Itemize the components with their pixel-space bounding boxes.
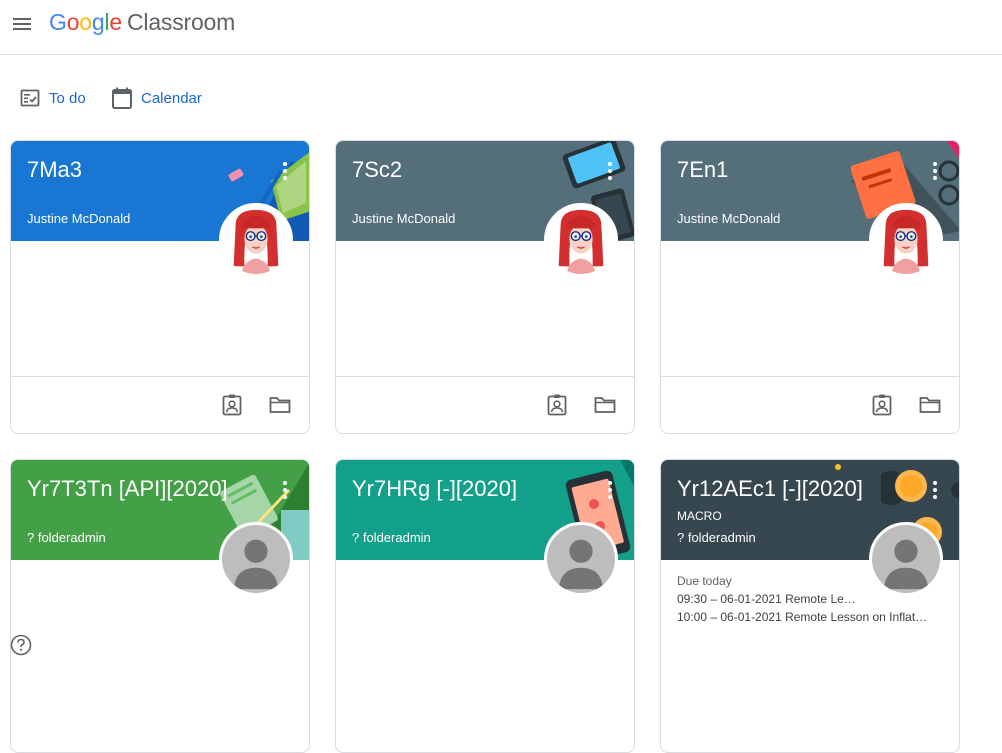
- class-teacher: Justine McDonald: [677, 211, 781, 226]
- class-title[interactable]: 7Ma3: [27, 157, 82, 183]
- class-card[interactable]: 7Sc2 Justine McDonald: [335, 140, 635, 434]
- more-vert-icon: [933, 162, 937, 180]
- more-vert-icon: [608, 162, 612, 180]
- class-card[interactable]: 7En1 Justine McDonald: [660, 140, 960, 434]
- logo-letter: o: [66, 9, 80, 35]
- open-folder-button[interactable]: [918, 393, 942, 417]
- more-vert-icon: [608, 481, 612, 499]
- due-today-label: Due today: [677, 574, 732, 588]
- todo-link[interactable]: To do: [20, 86, 86, 110]
- calendar-icon: [112, 87, 132, 109]
- class-card[interactable]: Yr7T3Tn [API][2020] ? folderadmin: [10, 459, 310, 753]
- default-avatar: [219, 522, 293, 596]
- app-header: Google Classroom: [0, 0, 1002, 55]
- due-item-link[interactable]: 09:30 – 06-01-2021 Remote Le…: [677, 592, 927, 606]
- card-more-button[interactable]: [600, 478, 620, 502]
- class-teacher: ? folderadmin: [352, 530, 431, 545]
- card-more-button[interactable]: [925, 159, 945, 183]
- calendar-link[interactable]: Calendar: [112, 86, 202, 110]
- logo-letter: G: [49, 9, 67, 35]
- class-teacher: ? folderadmin: [27, 530, 106, 545]
- open-folder-button[interactable]: [593, 393, 617, 417]
- class-title[interactable]: Yr7T3Tn [API][2020]: [27, 476, 228, 502]
- class-title[interactable]: Yr12AEc1 [-][2020]: [677, 476, 863, 502]
- help-icon: [10, 634, 32, 656]
- teacher-avatar: [219, 203, 293, 277]
- assignment-check-icon: [20, 89, 40, 107]
- logo-letter: g: [91, 9, 105, 35]
- folder-icon: [594, 397, 616, 413]
- card-more-button[interactable]: [925, 478, 945, 502]
- class-title[interactable]: 7En1: [677, 157, 728, 183]
- class-card[interactable]: Yr12AEc1 [-][2020] MACRO ? folderadmin D…: [660, 459, 960, 753]
- main-menu-button[interactable]: [10, 12, 34, 36]
- class-title[interactable]: Yr7HRg [-][2020]: [352, 476, 517, 502]
- default-avatar: [544, 522, 618, 596]
- notification-dot: [835, 464, 841, 470]
- open-your-work-button[interactable]: [220, 393, 244, 417]
- assignment-ind-icon: [547, 394, 567, 416]
- google-classroom-logo[interactable]: Google Classroom: [49, 9, 235, 36]
- open-your-work-button[interactable]: [545, 393, 569, 417]
- class-title[interactable]: 7Sc2: [352, 157, 402, 183]
- class-section: MACRO: [677, 509, 722, 523]
- card-more-button[interactable]: [600, 159, 620, 183]
- card-more-button[interactable]: [275, 159, 295, 183]
- help-button[interactable]: [10, 634, 32, 656]
- class-teacher: Justine McDonald: [27, 211, 131, 226]
- assignment-ind-icon: [222, 394, 242, 416]
- due-item-link[interactable]: 10:00 – 06-01-2021 Remote Lesson on Infl…: [677, 610, 927, 624]
- more-vert-icon: [283, 162, 287, 180]
- hamburger-menu-icon: [13, 18, 31, 30]
- logo-letter: e: [109, 9, 122, 35]
- teacher-avatar: [544, 203, 618, 277]
- card-footer: [336, 376, 634, 433]
- class-teacher: ? folderadmin: [677, 530, 756, 545]
- more-vert-icon: [933, 481, 937, 499]
- class-card[interactable]: Yr7HRg [-][2020] ? folderadmin: [335, 459, 635, 753]
- class-teacher: Justine McDonald: [352, 211, 456, 226]
- todo-label: To do: [49, 89, 86, 107]
- folder-icon: [269, 397, 291, 413]
- open-folder-button[interactable]: [268, 393, 292, 417]
- assignment-ind-icon: [872, 394, 892, 416]
- card-more-button[interactable]: [275, 478, 295, 502]
- open-your-work-button[interactable]: [870, 393, 894, 417]
- teacher-avatar: [869, 203, 943, 277]
- folder-icon: [919, 397, 941, 413]
- calendar-label: Calendar: [141, 89, 202, 107]
- card-footer: [661, 376, 959, 433]
- card-footer: [11, 376, 309, 433]
- class-card[interactable]: 7Ma3 Justine McDonald: [10, 140, 310, 434]
- product-name: Classroom: [127, 9, 236, 35]
- due-today-section: Due today 09:30 – 06-01-2021 Remote Le… …: [677, 574, 927, 628]
- logo-letter: o: [79, 9, 92, 35]
- more-vert-icon: [283, 481, 287, 499]
